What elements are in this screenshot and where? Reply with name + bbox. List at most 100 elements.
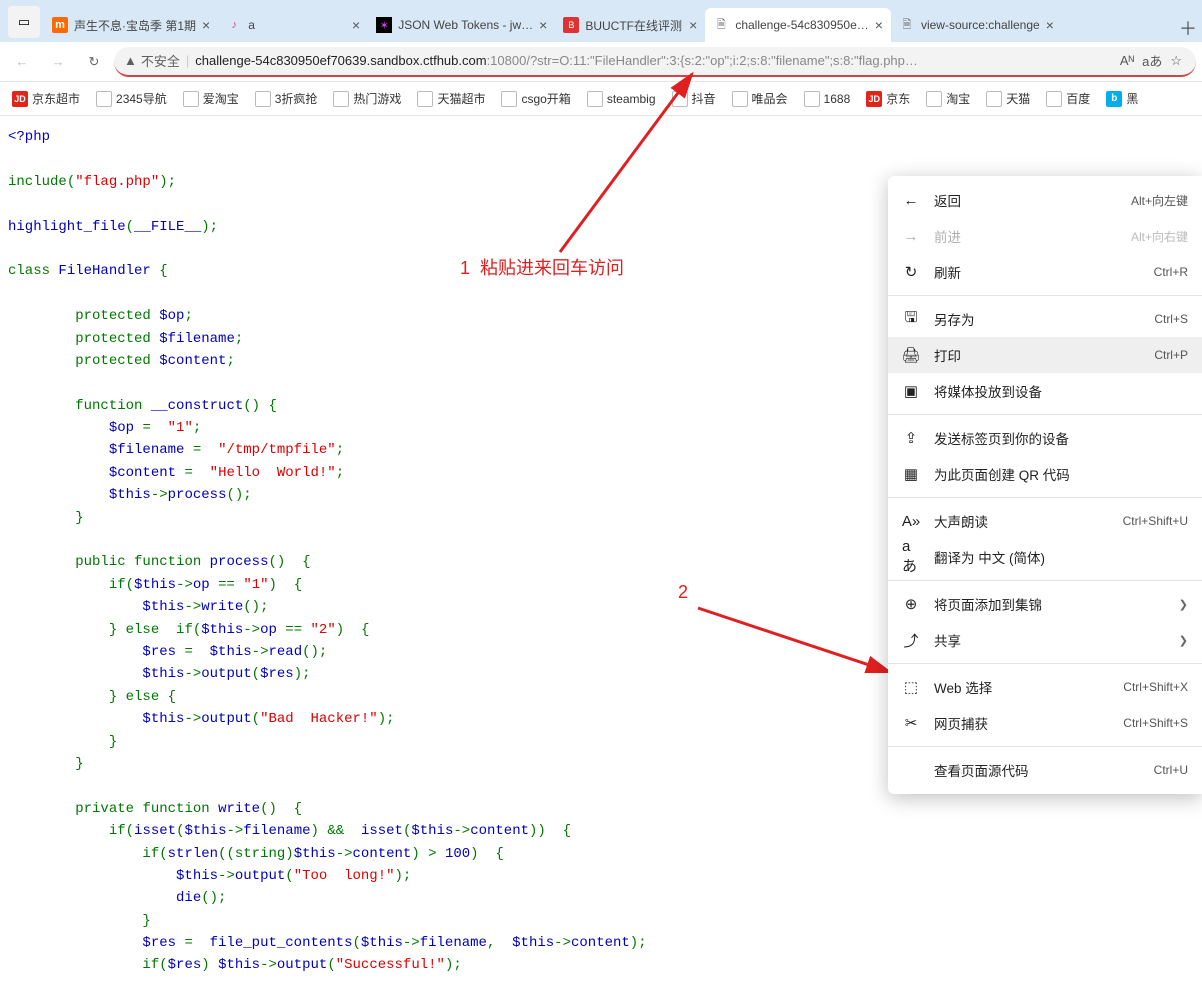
- bookmark-item[interactable]: JD京东: [860, 86, 916, 111]
- reader-mode-icon[interactable]: Aᴺ: [1120, 53, 1134, 68]
- context-menu-separator: [888, 295, 1202, 296]
- address-bar[interactable]: ▲ 不安全 | challenge-54c830950ef70639.sandb…: [114, 47, 1196, 77]
- context-menu-item-accelerator: Alt+向右键: [1131, 228, 1188, 245]
- bookmark-icon: [672, 91, 688, 107]
- tab[interactable]: ✶ JSON Web Tokens - jw… ×: [368, 8, 555, 42]
- bookmark-item[interactable]: 爱淘宝: [177, 86, 245, 111]
- new-tab-button[interactable]: ＋: [1174, 14, 1202, 42]
- bookmark-item[interactable]: 抖音: [666, 86, 722, 111]
- bookmark-item[interactable]: csgo开箱: [495, 86, 576, 111]
- favicon-icon: ♪: [226, 17, 242, 33]
- context-menu-item-accelerator: Ctrl+S: [1154, 312, 1188, 326]
- translate-icon[interactable]: aあ: [1142, 51, 1162, 70]
- bookmark-item[interactable]: 1688: [798, 87, 857, 111]
- context-menu-item[interactable]: ▦为此页面创建 QR 代码: [888, 456, 1202, 492]
- context-menu-item-accelerator: Alt+向左键: [1131, 192, 1188, 209]
- bookmark-item[interactable]: 天猫: [980, 86, 1036, 111]
- favicon-icon: ✶: [376, 17, 392, 33]
- bookmark-item[interactable]: 百度: [1040, 86, 1096, 111]
- bookmark-label: 淘宝: [946, 90, 970, 107]
- context-menu-item[interactable]: 🖨打印Ctrl+P: [888, 337, 1202, 373]
- bookmark-item[interactable]: 2345导航: [90, 86, 173, 111]
- back-button[interactable]: ←: [6, 46, 38, 78]
- bookmark-label: 京东超市: [32, 90, 80, 107]
- bookmark-label: 京东: [886, 90, 910, 107]
- bookmark-label: csgo开箱: [521, 90, 570, 107]
- context-menu-item[interactable]: 🖫 另存为 Ctrl+S: [888, 301, 1202, 337]
- context-menu-item-accelerator: Ctrl+P: [1154, 348, 1188, 362]
- bookmark-label: 1688: [824, 92, 851, 106]
- context-menu-item-icon: ↻: [902, 263, 920, 281]
- close-tab-icon[interactable]: ×: [539, 17, 547, 33]
- bookmark-label: 百度: [1066, 90, 1090, 107]
- separator: |: [186, 53, 189, 68]
- bookmark-item[interactable]: 3折疯抢: [249, 86, 324, 111]
- context-menu-item[interactable]: ✂网页捕获Ctrl+Shift+S: [888, 705, 1202, 741]
- forward-button[interactable]: →: [42, 46, 74, 78]
- bookmark-item[interactable]: steambig: [581, 87, 662, 111]
- tab[interactable]: ♪ a ×: [218, 8, 368, 42]
- favorite-star-icon[interactable]: ☆: [1170, 53, 1182, 69]
- context-menu-item-icon: ⇪: [902, 429, 920, 447]
- address-toolbar: ← → ↻ ▲ 不安全 | challenge-54c830950ef70639…: [0, 42, 1202, 82]
- context-menu-item-accelerator: Ctrl+Shift+X: [1123, 680, 1188, 694]
- tab-label: JSON Web Tokens - jw…: [398, 18, 533, 32]
- context-menu-item-icon: ←: [902, 192, 920, 209]
- tab-label: view-source:challenge: [921, 18, 1040, 32]
- bookmark-item[interactable]: JD京东超市: [6, 86, 86, 111]
- context-menu-item-label: 前进: [934, 226, 1117, 246]
- close-tab-icon[interactable]: ×: [202, 17, 210, 33]
- context-menu-item-icon: ⊕: [902, 595, 920, 613]
- context-menu-item[interactable]: ← 返回 Alt+向左键: [888, 182, 1202, 218]
- reload-button[interactable]: ↻: [78, 46, 110, 78]
- tab-actions-button[interactable]: ▭: [8, 6, 40, 38]
- context-menu-item[interactable]: ⬚Web 选择Ctrl+Shift+X: [888, 669, 1202, 705]
- chevron-right-icon: ❯: [1179, 598, 1188, 611]
- tab[interactable]: BBUUCTF在线评测×: [555, 8, 705, 42]
- bookmark-label: 唯品会: [752, 90, 788, 107]
- context-menu-item: → 前进 Alt+向右键: [888, 218, 1202, 254]
- context-menu-item-icon: 🖫: [902, 307, 920, 332]
- close-tab-icon[interactable]: ×: [352, 17, 360, 33]
- not-secure-indicator[interactable]: ▲ 不安全: [124, 51, 180, 70]
- tab-label: BUUCTF在线评测: [585, 17, 683, 34]
- context-menu-item-label: 另存为: [934, 309, 1140, 329]
- context-menu-item[interactable]: ▣将媒体投放到设备: [888, 373, 1202, 409]
- context-menu-item[interactable]: ⊕将页面添加到集锦❯: [888, 586, 1202, 622]
- context-menu-item[interactable]: ⇪发送标签页到你的设备: [888, 420, 1202, 456]
- context-menu-item-label: 共享: [934, 630, 1165, 650]
- bookmark-icon: JD: [866, 91, 882, 107]
- context-menu-separator: [888, 580, 1202, 581]
- url-actions: Aᴺ aあ ☆: [1116, 51, 1186, 70]
- bookmark-icon: [587, 91, 603, 107]
- context-menu-item-icon: A»: [902, 513, 920, 530]
- context-menu-item-icon: →: [902, 228, 920, 245]
- warning-icon: ▲: [124, 53, 137, 68]
- title-bar: ▭ m声生不息·宝岛季 第1期× ♪ a × ✶ JSON Web Tokens - jw…: [0, 0, 1202, 42]
- context-menu-item-icon: ▣: [902, 382, 920, 400]
- close-tab-icon[interactable]: ×: [689, 17, 697, 33]
- tab[interactable]: 🗎challenge-54c830950e…×: [705, 8, 891, 42]
- bookmark-item[interactable]: 天猫超市: [411, 86, 491, 111]
- context-menu-item-label: 返回: [934, 190, 1117, 210]
- tab-label: a: [248, 18, 346, 32]
- context-menu-item-label: Web 选择: [934, 677, 1109, 697]
- context-menu-item[interactable]: 查看页面源代码Ctrl+U: [888, 752, 1202, 788]
- tab-label: challenge-54c830950e…: [735, 18, 868, 32]
- context-menu-item[interactable]: aあ翻译为 中文 (简体): [888, 539, 1202, 575]
- bookmark-label: 3折疯抢: [275, 90, 318, 107]
- context-menu-item-icon: 🖨: [902, 346, 920, 364]
- bookmark-item[interactable]: 热门游戏: [327, 86, 407, 111]
- context-menu-item[interactable]: A»大声朗读Ctrl+Shift+U: [888, 503, 1202, 539]
- context-menu-item[interactable]: ↻刷新Ctrl+R: [888, 254, 1202, 290]
- bookmark-item[interactable]: 唯品会: [726, 86, 794, 111]
- close-tab-icon[interactable]: ×: [1046, 17, 1054, 33]
- tab[interactable]: 🗎 view-source:challenge ×: [891, 8, 1062, 42]
- close-tab-icon[interactable]: ×: [875, 17, 883, 33]
- bookmark-label: 天猫超市: [437, 90, 485, 107]
- tab[interactable]: m声生不息·宝岛季 第1期×: [44, 8, 218, 42]
- bookmark-item[interactable]: 淘宝: [920, 86, 976, 111]
- favicon-icon: 🗎: [899, 17, 915, 33]
- bookmark-item[interactable]: b黑: [1100, 86, 1144, 111]
- context-menu-item[interactable]: ⤴共享❯: [888, 622, 1202, 658]
